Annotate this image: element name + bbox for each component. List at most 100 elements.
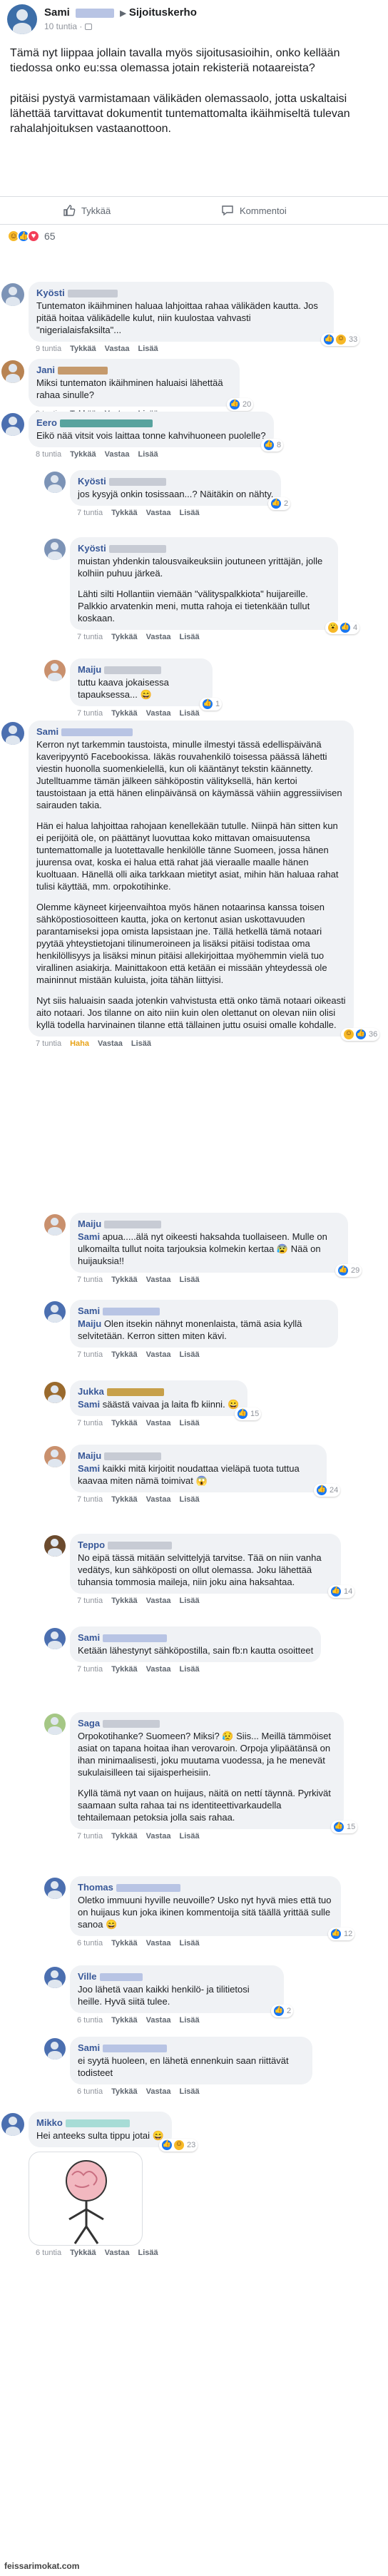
comment-author-name[interactable]: Mikko: [36, 2117, 63, 2128]
comment-like-button[interactable]: Tykkää: [111, 1495, 138, 1504]
comment-more-button[interactable]: Lisää: [179, 1939, 199, 1948]
comment-avatar[interactable]: [44, 1214, 66, 1236]
comment-author[interactable]: Ville: [78, 1970, 276, 1982]
comment-avatar[interactable]: [1, 722, 24, 745]
comment-more-button[interactable]: Lisää: [179, 709, 199, 718]
comment-reply-button[interactable]: Vastaa: [146, 1419, 171, 1427]
comment-time[interactable]: 7 tuntia: [77, 633, 103, 641]
comment-avatar[interactable]: [44, 472, 66, 493]
comment-reply-button[interactable]: Vastaa: [105, 345, 130, 353]
comment-author-name[interactable]: Maiju: [78, 664, 101, 675]
comment-author[interactable]: Jani: [36, 364, 232, 376]
comment-time[interactable]: 7 tuntia: [77, 1276, 103, 1284]
comment-author[interactable]: Eero: [36, 417, 266, 429]
comment-time[interactable]: 7 tuntia: [77, 1419, 103, 1427]
comment-more-button[interactable]: Lisää: [179, 2016, 199, 2025]
comment-button[interactable]: Kommentoi: [221, 204, 287, 217]
like-button[interactable]: Tykkää: [63, 204, 111, 217]
comment-reactions[interactable]: 👍 29: [335, 1264, 362, 1277]
comment-like-button[interactable]: Tykkää: [111, 2016, 138, 2025]
comment-author[interactable]: Sami: [78, 1631, 313, 1644]
comment-like-button[interactable]: Tykkää: [111, 509, 138, 517]
comment-more-button[interactable]: Lisää: [179, 1495, 199, 1504]
comment-reactions[interactable]: 👍 1: [200, 698, 223, 711]
post-reactions-summary[interactable]: ☺ 👍 ♥ 65: [7, 230, 56, 243]
comment-author-name[interactable]: Saga: [78, 1718, 100, 1729]
comment-like-button[interactable]: Tykkää: [111, 2087, 138, 2096]
comment-author-name[interactable]: Thomas: [78, 1882, 113, 1893]
comment-reply-button[interactable]: Vastaa: [146, 1832, 171, 1841]
comment-reactions[interactable]: 👍 15: [235, 1407, 262, 1420]
comment-reactions[interactable]: 👍 8: [261, 439, 284, 452]
comment-time[interactable]: 6 tuntia: [77, 2087, 103, 2096]
comment-author[interactable]: Kyösti: [36, 287, 326, 299]
comment-reply-button[interactable]: Vastaa: [146, 1276, 171, 1284]
comment-reactions[interactable]: 👍 ☺ 23: [159, 2139, 198, 2152]
comment-reply-button[interactable]: Vastaa: [146, 1939, 171, 1948]
comment-like-button[interactable]: Tykkää: [111, 1939, 138, 1948]
comment-more-button[interactable]: Lisää: [131, 1039, 151, 1048]
comment-reply-button[interactable]: Vastaa: [146, 2087, 171, 2096]
comment-avatar[interactable]: [44, 2038, 66, 2060]
post-author-name[interactable]: Sami: [44, 6, 70, 19]
comment-author-name[interactable]: Maiju: [78, 1218, 101, 1229]
comment-avatar[interactable]: [44, 1301, 66, 1323]
comment-time[interactable]: 8 tuntia: [36, 450, 61, 459]
comment-time[interactable]: 7 tuntia: [77, 1665, 103, 1674]
post-group-name[interactable]: Sijoituskerho: [129, 6, 197, 19]
comment-more-button[interactable]: Lisää: [138, 345, 158, 353]
comment-avatar[interactable]: [44, 1714, 66, 1735]
comment-mention[interactable]: Sami: [78, 1463, 100, 1474]
comment-reactions[interactable]: 👍 24: [314, 1484, 341, 1497]
comment-reactions[interactable]: ☺ 👍 36: [341, 1028, 380, 1041]
comment-like-button[interactable]: Tykkää: [111, 1832, 138, 1841]
comment-reply-button[interactable]: Vastaa: [146, 633, 171, 641]
comment-avatar[interactable]: [44, 1382, 66, 1403]
comment-avatar[interactable]: [1, 2113, 24, 2136]
comment-reactions[interactable]: 👍 20: [227, 398, 254, 411]
comment-more-button[interactable]: Lisää: [179, 2087, 199, 2096]
comment-reply-button[interactable]: Vastaa: [146, 2016, 171, 2025]
comment-author-name[interactable]: Kyösti: [78, 476, 106, 487]
comment-like-button[interactable]: Tykkää: [111, 709, 138, 718]
comment-more-button[interactable]: Lisää: [138, 450, 158, 459]
comment-like-button[interactable]: Tykkää: [70, 345, 96, 353]
comment-time[interactable]: 7 tuntia: [77, 1597, 103, 1605]
comment-like-button[interactable]: Tykkää: [111, 1276, 138, 1284]
comment-reactions[interactable]: 👍 14: [328, 1585, 355, 1598]
comment-author[interactable]: Kyösti: [78, 475, 273, 487]
comment-avatar[interactable]: [1, 283, 24, 306]
comment-author-name[interactable]: Sami: [78, 1632, 100, 1643]
comment-like-button[interactable]: Haha: [70, 1039, 89, 1048]
comment-avatar[interactable]: [44, 539, 66, 560]
comment-more-button[interactable]: Lisää: [179, 509, 199, 517]
comment-mention[interactable]: Sami: [78, 1231, 100, 1242]
comment-author[interactable]: Kyösti: [78, 542, 330, 554]
comment-time[interactable]: 7 tuntia: [77, 709, 103, 718]
comment-author[interactable]: Thomas: [78, 1881, 333, 1893]
comment-reply-button[interactable]: Vastaa: [146, 509, 171, 517]
comment-reactions[interactable]: 👍 2: [271, 2005, 294, 2017]
comment-avatar[interactable]: [44, 1967, 66, 1988]
comment-time[interactable]: 9 tuntia: [36, 345, 61, 353]
comment-author[interactable]: Maiju: [78, 663, 205, 676]
comment-author-name[interactable]: Sami: [78, 2042, 100, 2053]
comment-more-button[interactable]: Lisää: [179, 1665, 199, 1674]
comment-reply-button[interactable]: Vastaa: [146, 1597, 171, 1605]
comment-author[interactable]: Jukka: [78, 1385, 240, 1398]
comment-avatar[interactable]: [44, 1878, 66, 1899]
comment-like-button[interactable]: Tykkää: [70, 450, 96, 459]
comment-mention[interactable]: Sami: [78, 1399, 100, 1410]
comment-time[interactable]: 6 tuntia: [36, 2249, 61, 2257]
comment-avatar[interactable]: [1, 360, 24, 383]
comment-author-name[interactable]: Ville: [78, 1971, 97, 1982]
comment-time[interactable]: 6 tuntia: [77, 1939, 103, 1948]
comment-time[interactable]: 7 tuntia: [77, 1350, 103, 1359]
comment-author[interactable]: Maiju: [78, 1218, 340, 1230]
comment-avatar[interactable]: [44, 1628, 66, 1649]
comment-author-name[interactable]: Teppo: [78, 1539, 105, 1550]
comment-time[interactable]: 6 tuntia: [77, 2016, 103, 2025]
comment-avatar[interactable]: [44, 1535, 66, 1557]
comment-time[interactable]: 7 tuntia: [77, 1495, 103, 1504]
comment-more-button[interactable]: Lisää: [179, 1832, 199, 1841]
